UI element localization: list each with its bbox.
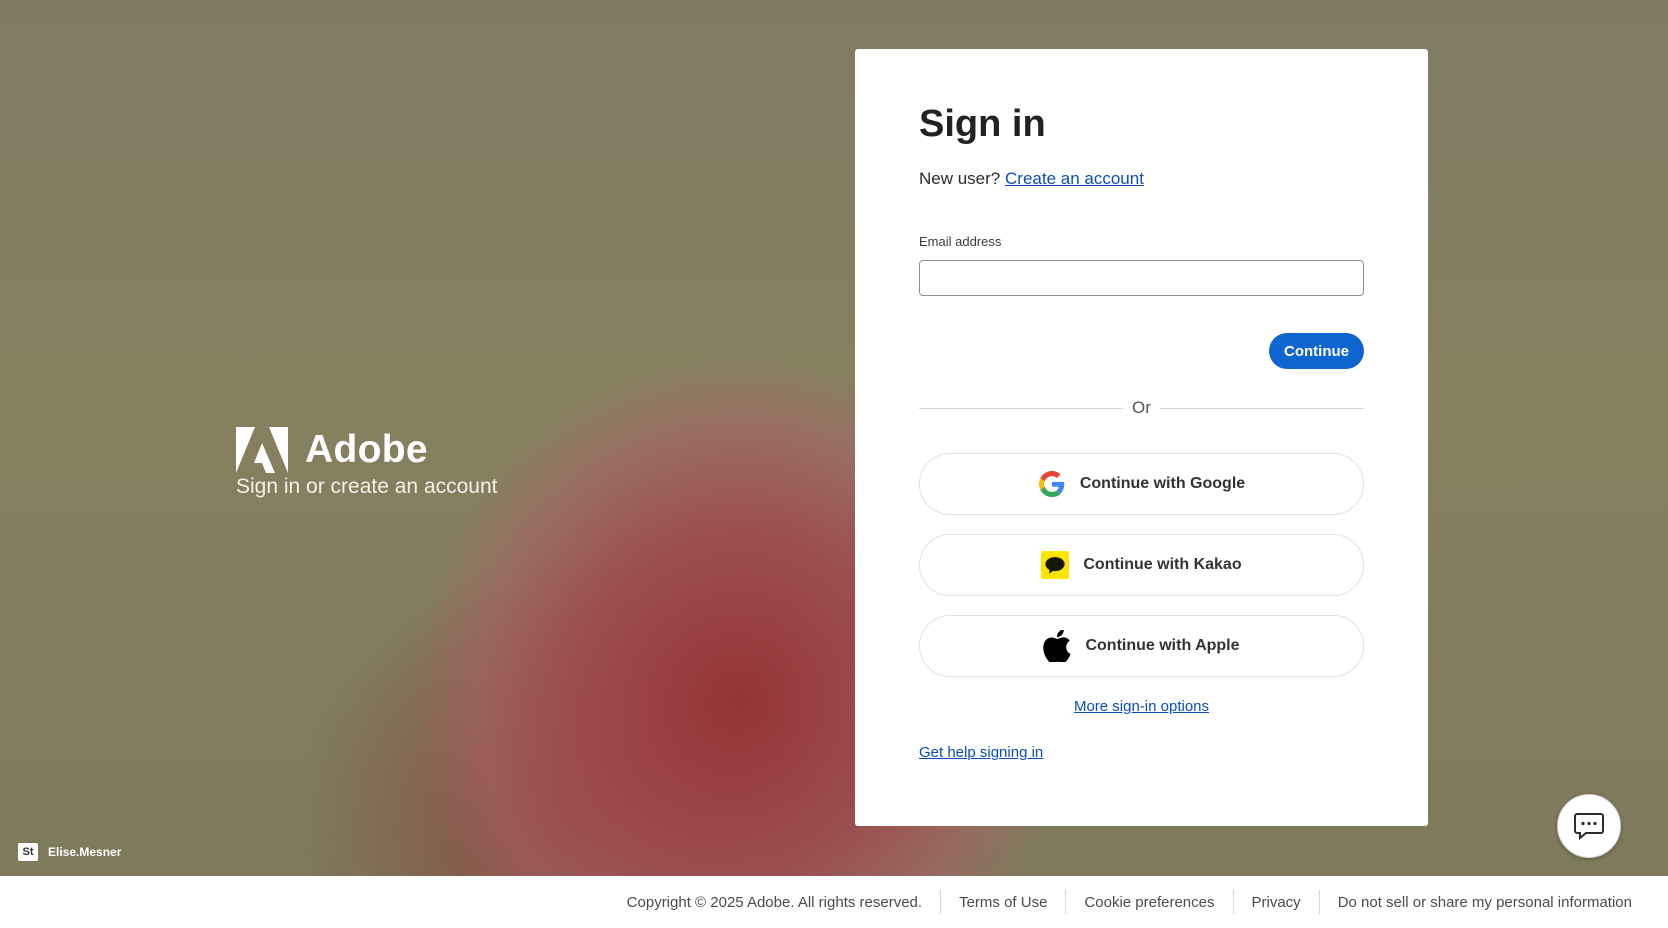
stock-badge-icon: St (18, 843, 38, 861)
signin-card: Sign in New user? Create an account Emai… (855, 49, 1428, 826)
kakao-signin-button[interactable]: Continue with Kakao (919, 534, 1364, 596)
help-row: Get help signing in (919, 744, 1043, 761)
google-button-label: Continue with Google (1079, 475, 1246, 492)
or-divider: Or (919, 398, 1364, 418)
email-label: Email address (919, 234, 1002, 249)
footer: Copyright © 2025 Adobe. All rights reser… (0, 876, 1668, 928)
divider-text: Or (1132, 398, 1151, 417)
page-title: Sign in (919, 103, 1046, 145)
cookie-preferences-link[interactable]: Cookie preferences (1066, 894, 1232, 911)
apple-button-label: Continue with Apple (1085, 637, 1240, 654)
do-not-sell-link[interactable]: Do not sell or share my personal informa… (1320, 894, 1668, 911)
apple-signin-button[interactable]: Continue with Apple (919, 615, 1364, 677)
new-user-row: New user? Create an account (919, 169, 1144, 189)
brand-tagline: Sign in or create an account (236, 475, 498, 498)
terms-of-use-link[interactable]: Terms of Use (941, 894, 1065, 911)
email-field[interactable] (919, 260, 1364, 296)
continue-button[interactable]: Continue (1269, 333, 1364, 369)
google-icon (1038, 470, 1066, 498)
photo-credit: St Elise.Mesner (18, 843, 121, 861)
chat-bubble-icon (1574, 813, 1604, 840)
copyright-text: Copyright © 2025 Adobe. All rights reser… (626, 893, 923, 911)
kakao-button-label: Continue with Kakao (1083, 556, 1242, 573)
adobe-logo-icon (236, 427, 288, 473)
photo-credit-name: Elise.Mesner (48, 845, 122, 859)
more-signin-options-link[interactable]: More sign-in options (1074, 698, 1209, 715)
privacy-link[interactable]: Privacy (1234, 894, 1319, 911)
chat-button[interactable] (1557, 794, 1621, 858)
new-user-text: New user? (919, 169, 1001, 188)
brand-name: Adobe (305, 428, 428, 471)
apple-icon (1043, 630, 1071, 662)
brand-block: Adobe Sign in or create an account (236, 427, 498, 499)
kakao-icon (1041, 551, 1070, 579)
google-signin-button[interactable]: Continue with Google (919, 453, 1364, 515)
create-account-link[interactable]: Create an account (1005, 169, 1144, 188)
help-signing-in-link[interactable]: Get help signing in (919, 744, 1043, 761)
more-options-row: More sign-in options (919, 698, 1364, 715)
